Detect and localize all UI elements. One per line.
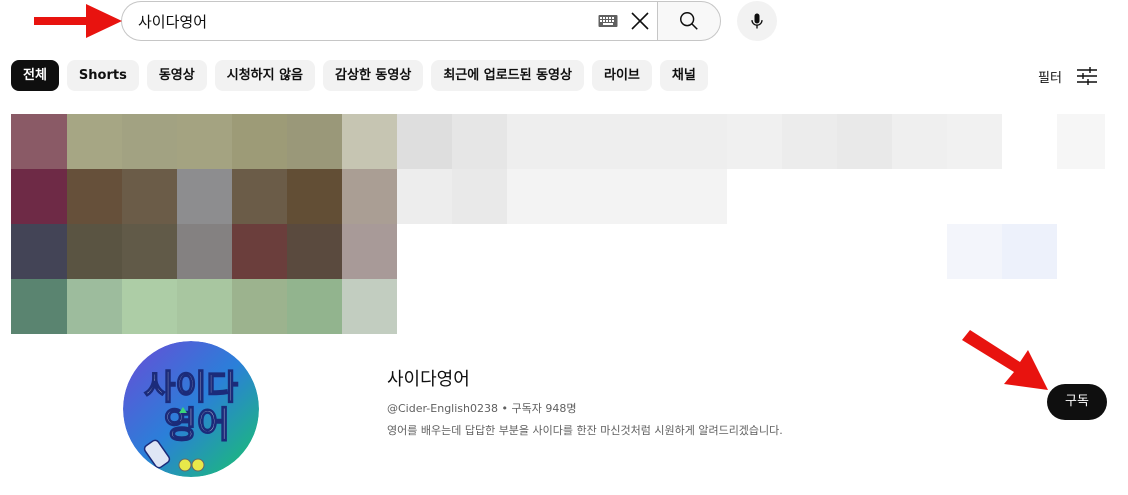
blurred-tile — [342, 169, 397, 224]
search-icon — [680, 12, 698, 30]
filter-chips: 전체 Shorts 동영상 시청하지 않음 감상한 동영상 최근에 업로드된 동영상 라이브… — [11, 60, 708, 91]
sliders-icon — [1076, 67, 1097, 85]
chip-3[interactable]: 시청하지 않음 — [214, 60, 316, 91]
svg-text:사이다: 사이다 — [144, 368, 238, 408]
chip-2[interactable]: 동영상 — [146, 60, 207, 91]
blurred-tile — [397, 114, 452, 169]
blurred-tile — [287, 169, 342, 224]
search-box[interactable] — [121, 1, 658, 41]
chip-7[interactable]: 채널 — [659, 60, 708, 91]
channel-avatar[interactable]: 사이다 영어 — [123, 341, 259, 477]
blurred-tile — [342, 114, 397, 169]
blurred-tile — [397, 169, 452, 224]
blurred-tile — [232, 224, 287, 279]
blurred-tile — [232, 114, 287, 169]
blurred-tile — [287, 114, 342, 169]
close-icon[interactable] — [628, 9, 652, 33]
blurred-tile — [67, 224, 122, 279]
annotation-arrow-icon — [34, 4, 122, 38]
blurred-tile — [947, 224, 1002, 279]
channel-name[interactable]: 사이다영어 — [387, 365, 470, 391]
blurred-tile — [11, 114, 67, 169]
blurred-tile — [232, 169, 287, 224]
blurred-tile — [11, 224, 67, 279]
blurred-tile — [232, 279, 287, 334]
blurred-tile — [177, 169, 232, 224]
microphone-icon — [751, 13, 763, 29]
chip-5[interactable]: 최근에 업로드된 동영상 — [431, 60, 584, 91]
blurred-tile — [287, 224, 342, 279]
blurred-tile — [11, 169, 67, 224]
channel-handle-subscribers: @Cider-English0238 • 구독자 948명 — [387, 402, 577, 415]
svg-text:영어: 영어 — [164, 405, 230, 446]
blurred-tile — [11, 279, 67, 334]
blurred-tile — [122, 169, 177, 224]
annotation-arrow-icon — [962, 330, 1048, 390]
blurred-tile — [67, 279, 122, 334]
chip-1[interactable]: Shorts — [66, 60, 139, 91]
blurred-tile — [507, 114, 727, 169]
blurred-tile — [727, 114, 782, 169]
blurred-tile — [177, 224, 232, 279]
blurred-tile — [1002, 224, 1057, 279]
search-input[interactable] — [138, 2, 598, 40]
blurred-tile — [122, 279, 177, 334]
blurred-tile — [452, 114, 507, 169]
blurred-tile — [177, 114, 232, 169]
blurred-tile — [287, 279, 342, 334]
filter-button[interactable]: 필터 — [1038, 63, 1098, 89]
subscribe-button[interactable]: 구독 — [1047, 384, 1107, 420]
blurred-tile — [782, 114, 837, 169]
blurred-tile — [67, 169, 122, 224]
blurred-tile — [1057, 114, 1105, 169]
blurred-tile — [452, 169, 507, 224]
search-button[interactable] — [657, 1, 721, 41]
blurred-tile — [342, 279, 397, 334]
chip-6[interactable]: 라이브 — [591, 60, 652, 91]
blurred-tile — [122, 224, 177, 279]
blurred-tile — [837, 114, 892, 169]
blurred-tile — [507, 169, 727, 224]
blurred-tile — [177, 279, 232, 334]
blurred-tile — [947, 114, 1002, 169]
blurred-tile — [67, 114, 122, 169]
voice-search-button[interactable] — [737, 1, 777, 41]
chip-4[interactable]: 감상한 동영상 — [323, 60, 424, 91]
keyboard-icon[interactable] — [598, 14, 618, 28]
chip-0[interactable]: 전체 — [11, 60, 59, 91]
blurred-tile — [122, 114, 177, 169]
blurred-tile — [342, 224, 397, 279]
channel-logo-icon: 사이다 영어 — [123, 341, 259, 477]
blurred-tile — [892, 114, 947, 169]
filter-label: 필터 — [1038, 70, 1062, 86]
channel-description: 영어를 배우는데 답답한 부분을 사이다를 한잔 마신것처럼 시원하게 알려드리… — [387, 424, 783, 437]
